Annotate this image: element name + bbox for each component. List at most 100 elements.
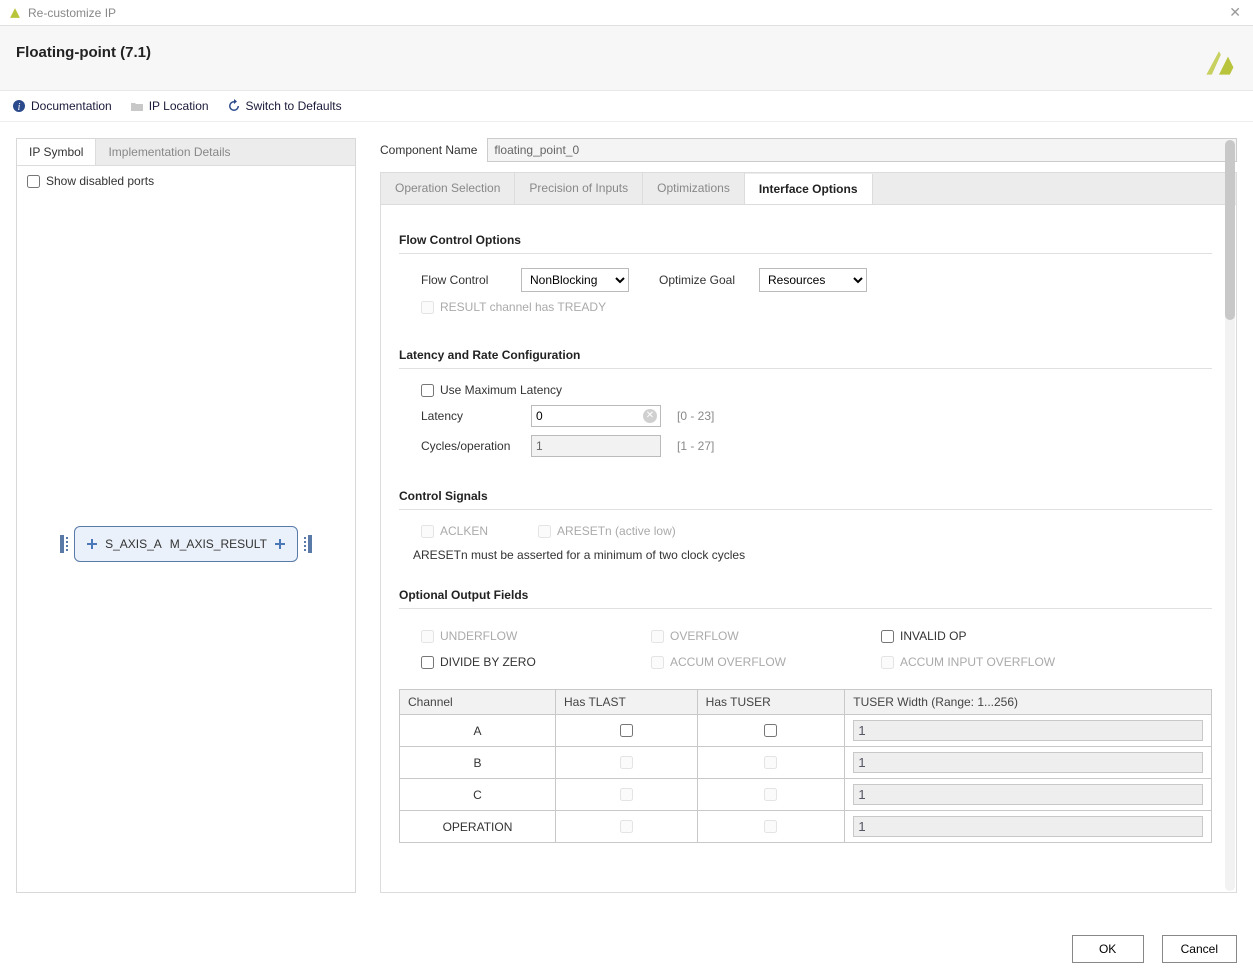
- divide-by-zero-checkbox[interactable]: [421, 656, 434, 669]
- tab-operation-selection[interactable]: Operation Selection: [381, 173, 515, 204]
- aclken-label: ACLKEN: [440, 524, 488, 538]
- cycles-input: [531, 435, 661, 457]
- tuser-width-input: [853, 752, 1203, 773]
- tab-optimizations[interactable]: Optimizations: [643, 173, 745, 204]
- th-has-tlast: Has TLAST: [556, 690, 698, 715]
- tab-implementation-details[interactable]: Implementation Details: [96, 139, 242, 165]
- has-tlast-checkbox: [620, 788, 633, 801]
- ip-symbol-diagram: S_AXIS_A M_AXIS_RESULT: [17, 196, 355, 892]
- latency-section-title: Latency and Rate Configuration: [399, 348, 1212, 362]
- divide-by-zero-label: DIVIDE BY ZERO: [440, 655, 536, 669]
- cycles-range: [1 - 27]: [677, 439, 714, 453]
- table-row: OPERATION: [400, 811, 1212, 843]
- cancel-button[interactable]: Cancel: [1162, 935, 1237, 963]
- optimize-goal-select[interactable]: Resources: [759, 268, 867, 292]
- app-icon: [8, 6, 22, 20]
- tuser-width-input: [853, 816, 1203, 837]
- plus-in-icon: [87, 539, 97, 549]
- toolbar: i Documentation IP Location Switch to De…: [0, 91, 1253, 122]
- underflow-checkbox: [421, 630, 434, 643]
- flow-control-section-title: Flow Control Options: [399, 233, 1212, 247]
- out-port-label: M_AXIS_RESULT: [170, 537, 267, 551]
- ok-button[interactable]: OK: [1072, 935, 1144, 963]
- documentation-label: Documentation: [31, 99, 112, 113]
- aclken-checkbox: [421, 525, 434, 538]
- has-tuser-checkbox[interactable]: [764, 724, 777, 737]
- has-tuser-checkbox: [764, 756, 777, 769]
- switch-defaults-label: Switch to Defaults: [246, 99, 342, 113]
- right-panel: Component Name Operation Selection Preci…: [380, 138, 1237, 893]
- titlebar: Re-customize IP ✕: [0, 0, 1253, 26]
- optional-output-section-title: Optional Output Fields: [399, 588, 1212, 602]
- table-row: C: [400, 779, 1212, 811]
- th-has-tuser: Has TUSER: [697, 690, 845, 715]
- cell-channel: C: [400, 779, 556, 811]
- xilinx-logo-icon: [1201, 44, 1237, 80]
- th-channel: Channel: [400, 690, 556, 715]
- component-name-input[interactable]: [487, 138, 1237, 162]
- left-panel: IP Symbol Implementation Details Show di…: [16, 138, 356, 893]
- control-signals-section-title: Control Signals: [399, 489, 1212, 503]
- flow-control-select[interactable]: NonBlocking: [521, 268, 629, 292]
- accum-input-overflow-checkbox: [881, 656, 894, 669]
- optimize-goal-label: Optimize Goal: [659, 273, 749, 287]
- has-tuser-checkbox: [764, 788, 777, 801]
- ip-block: S_AXIS_A M_AXIS_RESULT: [74, 526, 298, 562]
- close-button[interactable]: ✕: [1225, 4, 1245, 21]
- overflow-checkbox: [651, 630, 664, 643]
- tab-interface-options[interactable]: Interface Options: [745, 174, 873, 205]
- footer: OK Cancel: [0, 919, 1253, 979]
- component-name-label: Component Name: [380, 143, 477, 157]
- cell-channel: B: [400, 747, 556, 779]
- folder-icon: [130, 99, 144, 113]
- overflow-label: OVERFLOW: [670, 629, 739, 643]
- invalid-op-checkbox[interactable]: [881, 630, 894, 643]
- bus-left-icon: [60, 535, 74, 553]
- tab-ip-symbol[interactable]: IP Symbol: [17, 139, 96, 165]
- in-port-label: S_AXIS_A: [105, 537, 162, 551]
- tuser-width-input: [853, 720, 1203, 741]
- info-icon: i: [12, 99, 26, 113]
- latency-label: Latency: [421, 409, 521, 423]
- refresh-icon: [227, 99, 241, 113]
- has-tlast-checkbox: [620, 820, 633, 833]
- table-row: B: [400, 747, 1212, 779]
- latency-input[interactable]: [531, 405, 661, 427]
- ip-location-link[interactable]: IP Location: [130, 99, 209, 113]
- table-row: A: [400, 715, 1212, 747]
- use-max-latency-label: Use Maximum Latency: [440, 383, 562, 397]
- aresetn-label: ARESETn (active low): [557, 524, 676, 538]
- show-disabled-ports-label: Show disabled ports: [46, 174, 154, 188]
- switch-defaults-link[interactable]: Switch to Defaults: [227, 99, 342, 113]
- has-tuser-checkbox: [764, 820, 777, 833]
- documentation-link[interactable]: i Documentation: [12, 99, 112, 113]
- ip-location-label: IP Location: [149, 99, 209, 113]
- scrollbar-thumb[interactable]: [1225, 140, 1235, 320]
- svg-text:i: i: [18, 102, 21, 113]
- flow-control-label: Flow Control: [421, 273, 511, 287]
- tuser-width-input: [853, 784, 1203, 805]
- accum-overflow-label: ACCUM OVERFLOW: [670, 655, 786, 669]
- aresetn-note: ARESETn must be asserted for a minimum o…: [413, 548, 1212, 562]
- has-tlast-checkbox[interactable]: [620, 724, 633, 737]
- use-max-latency-checkbox[interactable]: [421, 384, 434, 397]
- page-title: Floating-point (7.1): [16, 44, 151, 61]
- cell-channel: OPERATION: [400, 811, 556, 843]
- accum-overflow-checkbox: [651, 656, 664, 669]
- th-tuser-width: TUSER Width (Range: 1...256): [845, 690, 1212, 715]
- bus-right-icon: [298, 535, 312, 553]
- has-tlast-checkbox: [620, 756, 633, 769]
- interface-options-content: Flow Control Options Flow Control NonBlo…: [380, 204, 1237, 893]
- aresetn-checkbox: [538, 525, 551, 538]
- header: Floating-point (7.1): [0, 26, 1253, 91]
- window-title: Re-customize IP: [28, 6, 116, 20]
- underflow-label: UNDERFLOW: [440, 629, 517, 643]
- latency-clear-icon[interactable]: ✕: [643, 409, 657, 423]
- accum-input-overflow-label: ACCUM INPUT OVERFLOW: [900, 655, 1055, 669]
- show-disabled-ports-checkbox[interactable]: [27, 175, 40, 188]
- invalid-op-label: INVALID OP: [900, 629, 966, 643]
- channel-table: Channel Has TLAST Has TUSER TUSER Width …: [399, 689, 1212, 843]
- tab-precision-of-inputs[interactable]: Precision of Inputs: [515, 173, 643, 204]
- plus-out-icon: [275, 539, 285, 549]
- latency-range: [0 - 23]: [677, 409, 714, 423]
